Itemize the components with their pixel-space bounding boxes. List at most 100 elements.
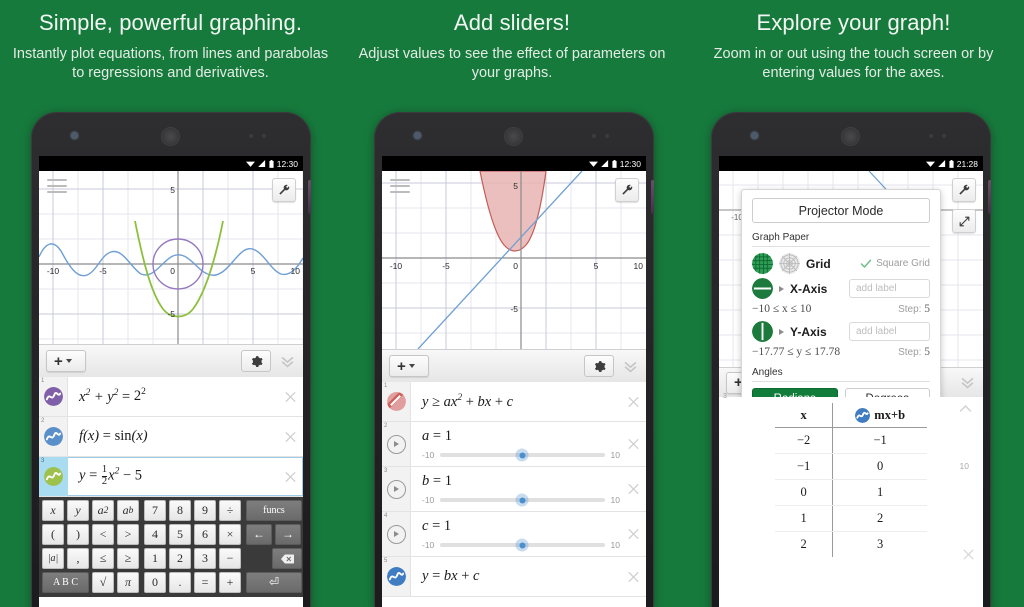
- slider-content[interactable]: a = 1 -10 10: [411, 422, 646, 466]
- degrees-button[interactable]: Degrees: [844, 388, 930, 397]
- expand-graph-button[interactable]: [952, 209, 976, 233]
- key-plus[interactable]: +: [219, 572, 241, 593]
- key-sqrt[interactable]: √: [92, 572, 114, 593]
- slider-control[interactable]: -10 10: [422, 538, 622, 552]
- grid-option-row[interactable]: Grid Square Grid: [752, 253, 930, 274]
- table-cell-y[interactable]: 0: [832, 453, 928, 480]
- expand-y-axis-icon[interactable]: [779, 328, 784, 335]
- collapse-list-button-2[interactable]: [621, 357, 639, 375]
- slider-knob[interactable]: [515, 538, 529, 552]
- key-funcs[interactable]: funcs: [246, 500, 302, 521]
- key-arrow-right[interactable]: →: [275, 524, 301, 545]
- table-row[interactable]: 0 1: [774, 479, 928, 506]
- delete-expression-button[interactable]: [627, 570, 640, 583]
- key-0[interactable]: 0: [144, 572, 166, 593]
- curve-color-icon[interactable]: [43, 467, 63, 486]
- expression-row[interactable]: 2 f(x) = sin(x): [39, 417, 303, 457]
- table-row[interactable]: −2 −1: [774, 427, 928, 454]
- delete-expression-button[interactable]: [627, 438, 640, 451]
- add-expression-button-2[interactable]: +: [389, 355, 429, 377]
- key-greater-than[interactable]: >: [117, 524, 139, 545]
- key-greater-equal[interactable]: ≥: [117, 548, 139, 569]
- table-cell-x[interactable]: 0: [774, 479, 834, 506]
- play-animation-button[interactable]: [386, 479, 406, 499]
- slider-track[interactable]: [440, 493, 605, 507]
- key-a-power-b[interactable]: ab: [117, 500, 139, 521]
- key-9[interactable]: 9: [194, 500, 216, 521]
- key-absolute-value[interactable]: |a|: [42, 548, 64, 569]
- expression-content[interactable]: x2 + y2 = 22: [68, 377, 303, 416]
- slider-track[interactable]: [440, 448, 605, 462]
- menu-icon[interactable]: [47, 179, 67, 193]
- y-axis-option-row[interactable]: Y-Axis add label: [752, 321, 930, 342]
- projector-mode-button[interactable]: Projector Mode: [752, 198, 930, 223]
- table-cell-x[interactable]: −1: [774, 453, 834, 480]
- graph-canvas-2[interactable]: 5 -5 -10 -5 0 5 10: [382, 171, 646, 349]
- power-button[interactable]: [651, 180, 654, 214]
- key-7[interactable]: 7: [144, 500, 166, 521]
- y-axis-icon[interactable]: [752, 321, 773, 342]
- expression-content[interactable]: f(x) = sin(x): [68, 417, 303, 456]
- key-2[interactable]: 2: [169, 548, 191, 569]
- grid-polar-icon[interactable]: [779, 253, 800, 274]
- key-less-equal[interactable]: ≤: [92, 548, 114, 569]
- inequality-color-icon[interactable]: [386, 392, 406, 411]
- table-cell-y[interactable]: −1: [832, 427, 928, 454]
- menu-icon[interactable]: [390, 179, 410, 193]
- table-row[interactable]: 1 2: [774, 505, 928, 532]
- delete-expression-button[interactable]: [627, 528, 640, 541]
- key-multiply[interactable]: ×: [219, 524, 241, 545]
- radians-button[interactable]: Radians: [752, 388, 838, 397]
- graph-canvas-3[interactable]: -10 10: [719, 171, 983, 397]
- key-enter[interactable]: ⏎: [246, 572, 302, 593]
- key-x[interactable]: x: [42, 500, 64, 521]
- wrench-settings-button-3[interactable]: [952, 178, 976, 202]
- table-cell-x[interactable]: 2: [774, 531, 834, 557]
- delete-expression-button[interactable]: [627, 395, 640, 408]
- expression-content[interactable]: y = bx + c: [411, 557, 646, 596]
- expression-content[interactable]: y = 1 2 x2 − 5: [68, 457, 303, 496]
- grid-cartesian-icon[interactable]: [752, 253, 773, 274]
- play-animation-button[interactable]: [386, 434, 406, 454]
- delete-expression-button[interactable]: [627, 483, 640, 496]
- table-cell-y[interactable]: 3: [833, 532, 927, 558]
- table-cell-x[interactable]: 1: [774, 505, 834, 532]
- key-a-squared[interactable]: a2: [92, 500, 114, 521]
- expand-x-axis-icon[interactable]: [779, 285, 784, 292]
- wrench-settings-button-2[interactable]: [615, 178, 639, 202]
- key-divide[interactable]: ÷: [219, 500, 241, 521]
- table-of-values[interactable]: x mx+b −2 −1 −1 0 0 1 1 2 2 3: [774, 403, 928, 558]
- key-abc[interactable]: A B C: [42, 572, 89, 593]
- slider-knob[interactable]: [515, 448, 529, 462]
- slider-row[interactable]: 4 c = 1 -10 10: [382, 512, 646, 557]
- slider-row[interactable]: 3 b = 1 -10 10: [382, 467, 646, 512]
- graph-settings-button-2[interactable]: [584, 355, 614, 377]
- slider-control[interactable]: -10 10: [422, 493, 622, 507]
- wrench-settings-button-1[interactable]: [272, 178, 296, 202]
- key-5[interactable]: 5: [169, 524, 191, 545]
- y-axis-label-input[interactable]: add label: [849, 322, 930, 341]
- power-button[interactable]: [988, 180, 991, 214]
- key-comma[interactable]: ,: [67, 548, 89, 569]
- x-axis-icon[interactable]: [752, 278, 773, 299]
- expression-row[interactable]: 1 y ≥ ax2 + bx + c: [382, 382, 646, 422]
- key-8[interactable]: 8: [169, 500, 191, 521]
- key-1[interactable]: 1: [144, 548, 166, 569]
- curve-color-icon[interactable]: [855, 408, 871, 423]
- key-4[interactable]: 4: [144, 524, 166, 545]
- key-minus[interactable]: −: [219, 548, 241, 569]
- key-equals[interactable]: =: [194, 572, 216, 593]
- key-6[interactable]: 6: [194, 524, 216, 545]
- key-open-paren[interactable]: (: [42, 524, 64, 545]
- table-cell-y[interactable]: 1: [832, 479, 928, 506]
- table-row[interactable]: 2 3: [774, 531, 927, 558]
- curve-color-icon[interactable]: [386, 567, 406, 586]
- slider-track[interactable]: [440, 538, 605, 552]
- curve-color-icon[interactable]: [43, 427, 63, 446]
- play-animation-button[interactable]: [386, 524, 406, 544]
- add-expression-button-1[interactable]: +: [46, 350, 86, 372]
- key-backspace[interactable]: [272, 548, 302, 569]
- table-cell-x[interactable]: −2: [774, 427, 834, 454]
- slider-content[interactable]: c = 1 -10 10: [411, 512, 646, 556]
- key-3[interactable]: 3: [194, 548, 216, 569]
